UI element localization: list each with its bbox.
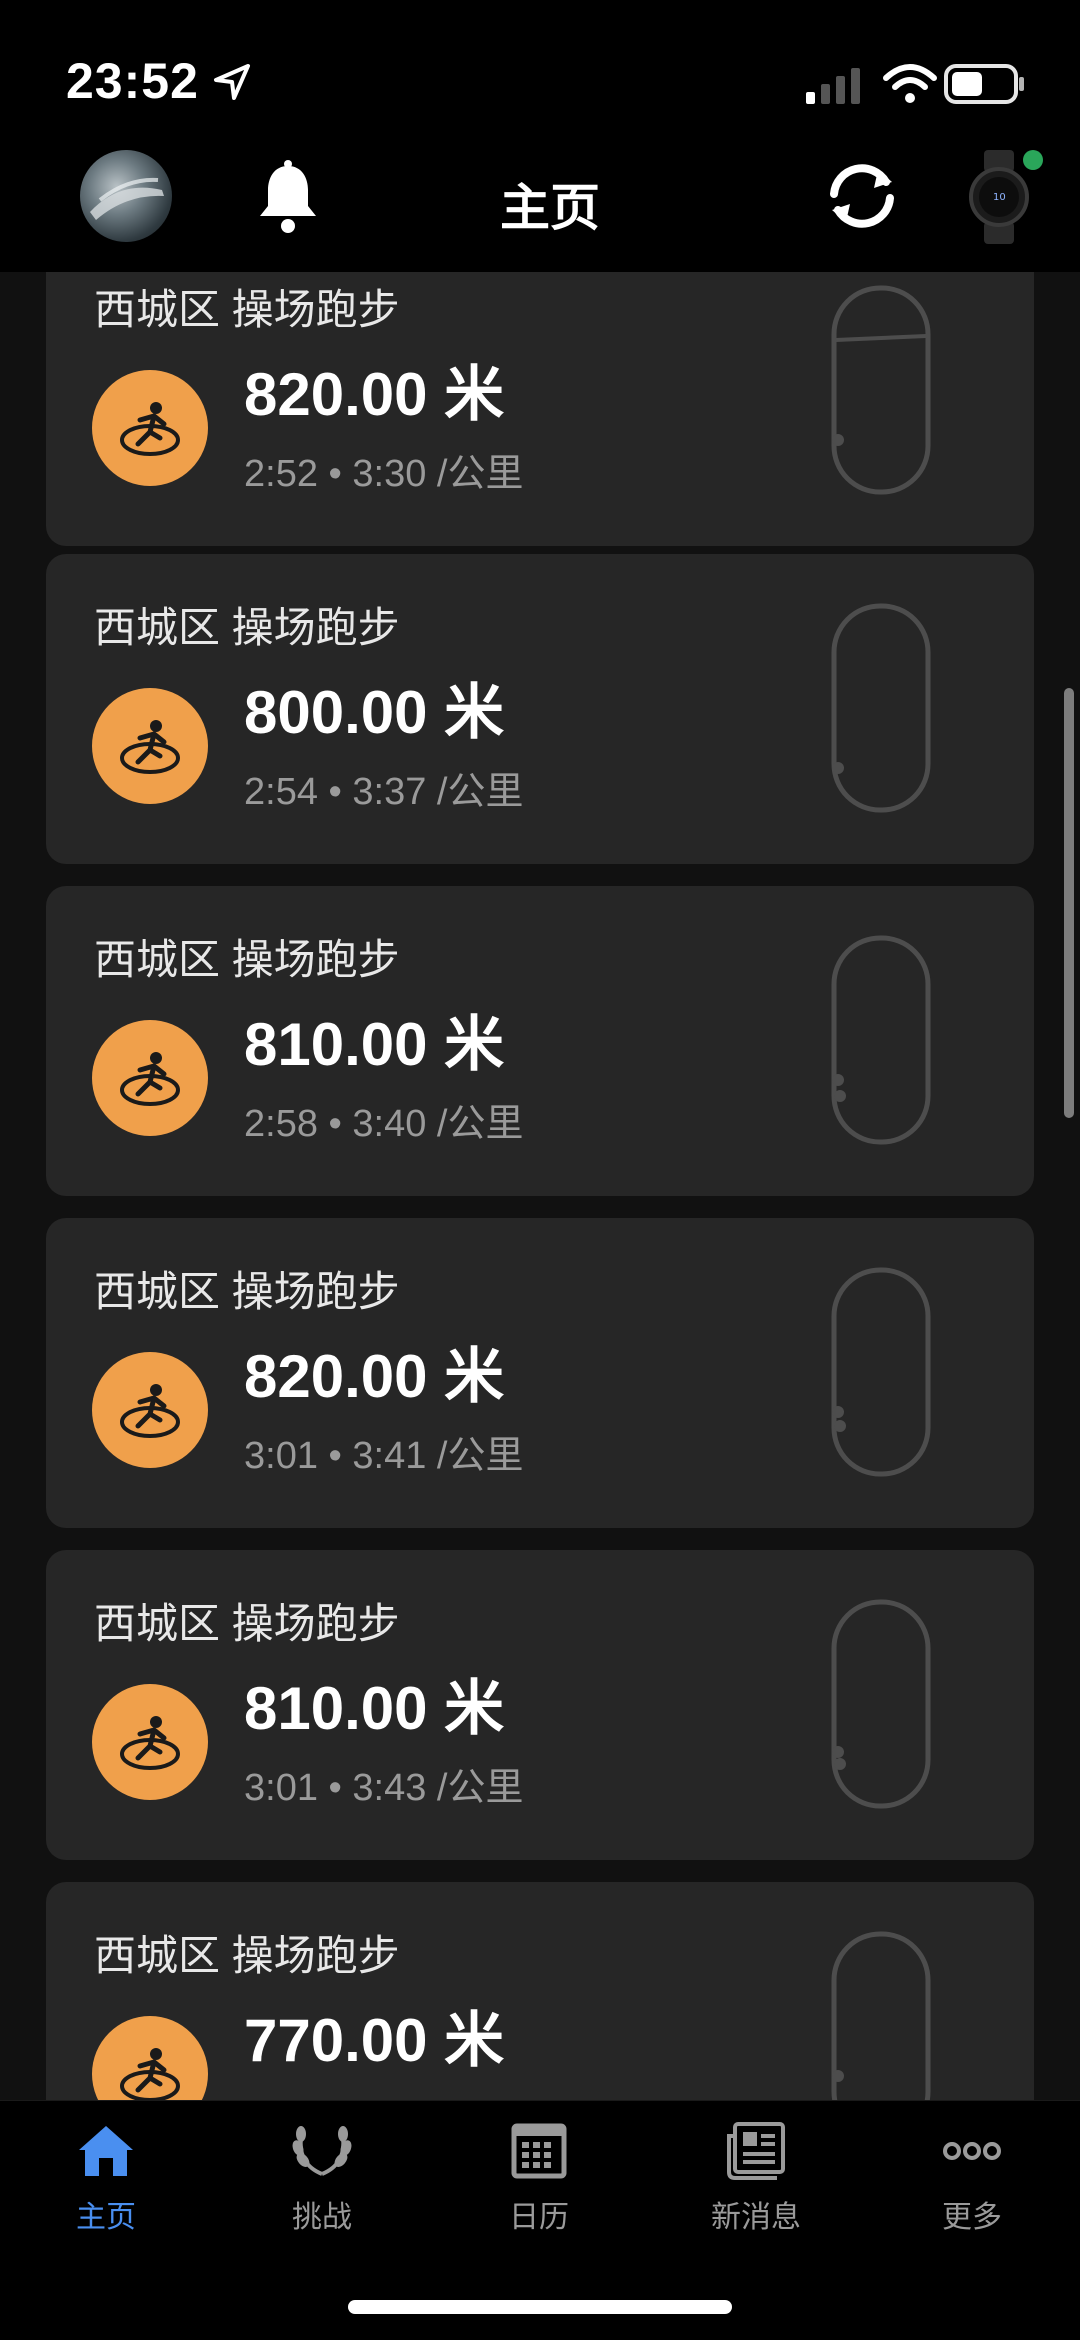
location-arrow-icon [214, 64, 250, 100]
activity-type-badge [92, 2016, 208, 2100]
activity-feed[interactable]: 西城区 操场跑步 820.00 米 2:52 • 3:30 /公里 西城区 操场… [0, 272, 1080, 2100]
activity-card[interactable]: 西城区 操场跑步 800.00 米 2:54 • 3:37 /公里 [46, 554, 1034, 864]
battery-icon [944, 64, 1024, 104]
running-icon [120, 1384, 180, 1438]
running-icon [120, 2048, 180, 2100]
activity-distance: 770.00 米 [244, 2007, 505, 2074]
calendar-icon [511, 2123, 567, 2179]
running-icon [120, 402, 180, 456]
route-map-thumbnail [831, 1599, 931, 1809]
wifi-icon [883, 64, 937, 103]
activity-time-pace: 2:52 • 3:30 /公里 [244, 453, 524, 495]
more-icon [943, 2142, 1001, 2160]
activity-time-pace: 3:01 • 3:41 /公里 [244, 1435, 524, 1477]
activity-card[interactable]: 西城区 操场跑步 820.00 米 3:01 • 3:41 /公里 [46, 1218, 1034, 1528]
activity-type-badge [92, 1352, 208, 1468]
tab-calendar[interactable]: 日历 [439, 2118, 639, 2236]
running-icon [120, 720, 180, 774]
status-time: 23:52 [66, 53, 199, 109]
route-map-thumbnail [831, 1267, 931, 1477]
tab-label: 新消息 [711, 2201, 801, 2234]
activity-card[interactable]: 西城区 操场跑步 810.00 米 2:58 • 3:40 /公里 [46, 886, 1034, 1196]
laurel-icon [292, 2126, 352, 2176]
activity-card[interactable]: 西城区 操场跑步 770.00 米 [46, 1882, 1034, 2100]
activity-distance: 810.00 米 [244, 1011, 505, 1078]
activity-type-badge [92, 370, 208, 486]
device-connected-dot [1023, 150, 1043, 170]
tab-label: 日历 [509, 2201, 569, 2234]
route-map-thumbnail [831, 935, 931, 1145]
tab-more[interactable]: 更多 [872, 2118, 1072, 2236]
activity-time-pace: 2:54 • 3:37 /公里 [244, 771, 524, 813]
tab-label: 主页 [76, 2201, 136, 2234]
activity-title: 西城区 操场跑步 [94, 1268, 400, 1315]
activity-type-badge [92, 1020, 208, 1136]
cellular-signal-icon [806, 68, 860, 104]
route-map-thumbnail [831, 285, 931, 495]
activity-distance: 800.00 米 [244, 679, 505, 746]
activity-time-pace: 3:01 • 3:43 /公里 [244, 1767, 524, 1809]
activity-distance: 810.00 米 [244, 1675, 505, 1742]
route-map-thumbnail [831, 1931, 931, 2100]
activity-title: 西城区 操场跑步 [94, 604, 400, 651]
activity-title: 西城区 操场跑步 [94, 1600, 400, 1647]
running-icon [120, 1052, 180, 1106]
sync-icon[interactable] [824, 160, 900, 232]
route-map-thumbnail [831, 603, 931, 813]
tab-challenges[interactable]: 挑战 [222, 2118, 422, 2236]
page-title: 主页 [500, 180, 600, 236]
newsfeed-icon [727, 2122, 785, 2180]
activity-card[interactable]: 西城区 操场跑步 810.00 米 3:01 • 3:43 /公里 [46, 1550, 1034, 1860]
watch-device-icon[interactable]: 10 [966, 150, 1032, 244]
activity-distance: 820.00 米 [244, 1343, 505, 1410]
tab-home[interactable]: 主页 [6, 2118, 206, 2236]
activity-distance: 820.00 米 [244, 361, 505, 428]
tab-label: 更多 [942, 2201, 1002, 2234]
activity-title: 西城区 操场跑步 [94, 936, 400, 983]
activity-type-badge [92, 1684, 208, 1800]
activity-title: 西城区 操场跑步 [94, 286, 400, 333]
activity-type-badge [92, 688, 208, 804]
home-indicator[interactable] [348, 2300, 732, 2314]
tab-newsfeed[interactable]: 新消息 [656, 2118, 856, 2236]
activity-card[interactable]: 西城区 操场跑步 820.00 米 2:52 • 3:30 /公里 [46, 272, 1034, 546]
svg-text:10: 10 [993, 192, 1006, 203]
tab-label: 挑战 [292, 2201, 352, 2234]
activity-time-pace: 2:58 • 3:40 /公里 [244, 1103, 524, 1145]
activity-title: 西城区 操场跑步 [94, 1932, 400, 1979]
home-icon [79, 2126, 133, 2176]
running-icon [120, 1716, 180, 1770]
feed-scrollbar[interactable] [1064, 688, 1074, 1118]
